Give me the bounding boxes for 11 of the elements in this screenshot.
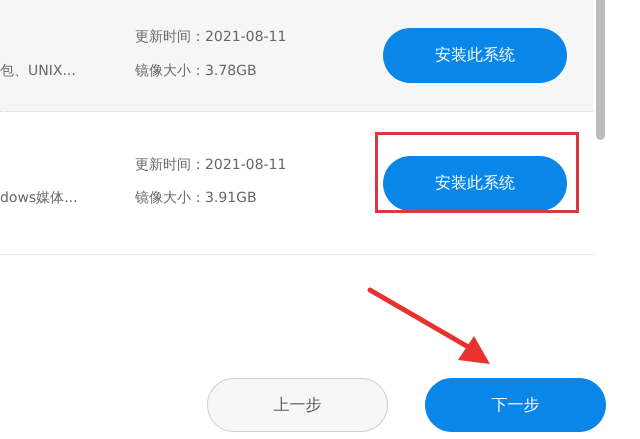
system-description: dows媒体... xyxy=(0,189,79,208)
system-description: 包、UNIX... xyxy=(0,62,77,80)
update-time: 更新时间：2021-08-11 xyxy=(135,28,288,47)
install-button[interactable]: 安装此系统 xyxy=(383,156,567,210)
previous-step-button[interactable]: 上一步 xyxy=(207,378,388,432)
update-time: 更新时间：2021-08-11 xyxy=(135,156,288,174)
image-size: 镜像大小：3.78GB xyxy=(135,62,258,80)
image-size: 镜像大小：3.91GB xyxy=(135,189,258,208)
scrollbar-thumb[interactable] xyxy=(596,0,604,140)
install-button[interactable]: 安装此系统 xyxy=(383,28,567,83)
next-step-button[interactable]: 下一步 xyxy=(425,378,606,432)
